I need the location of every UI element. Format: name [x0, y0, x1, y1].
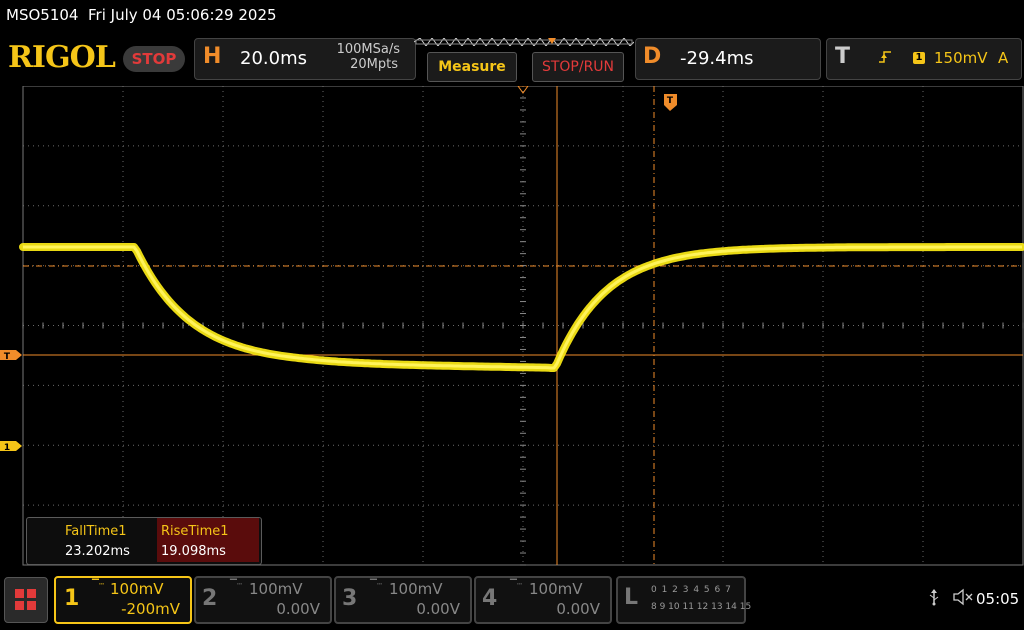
- channel-2-number: 2: [202, 586, 218, 611]
- trigger-level-marker: T: [0, 350, 22, 362]
- svg-text:T: T: [4, 352, 11, 362]
- channel-4-offset: 0.00V: [556, 600, 600, 618]
- trigger-source: 1: [913, 52, 925, 64]
- logic-key: L: [624, 585, 639, 610]
- channel-3-scale: 100mV: [389, 580, 443, 598]
- channel-4-number: 4: [482, 586, 498, 611]
- trigger-mode: A: [998, 49, 1009, 67]
- stop-run-button[interactable]: STOP/RUN: [532, 52, 624, 82]
- brand-logo: RIGOL: [8, 40, 116, 75]
- dc-coupling-icon: ▔┄: [230, 580, 243, 590]
- memory-depth: 20Mpts: [350, 57, 398, 72]
- speaker-muted-icon[interactable]: [952, 588, 974, 610]
- fall-time-value: 23.202ms: [65, 544, 130, 559]
- datetime: Fri July 04 05:06:29 2025: [88, 6, 277, 24]
- delay-key[interactable]: D: [643, 44, 661, 69]
- channel-3-number: 3: [342, 586, 358, 611]
- svg-text:1: 1: [4, 443, 10, 453]
- model-name: MSO5104: [6, 6, 79, 24]
- sample-rate: 100MSa/s: [336, 42, 400, 57]
- dc-coupling-icon: ▔┄: [92, 580, 105, 590]
- delay-value: -29.4ms: [680, 48, 754, 69]
- run-state-badge[interactable]: STOP: [123, 46, 185, 72]
- usb-icon: [928, 588, 940, 610]
- trigger-key[interactable]: T: [835, 44, 850, 69]
- dc-coupling-icon: ▔┄: [510, 580, 523, 590]
- waveform-display[interactable]: T T 1: [0, 86, 1024, 568]
- rise-time-label: RiseTime1: [161, 524, 229, 539]
- menu-grid-icon: [15, 589, 36, 610]
- horizontal-key[interactable]: H: [203, 44, 221, 69]
- channel-2-scale: 100mV: [249, 580, 303, 598]
- channel-1-number: 1: [64, 586, 80, 611]
- memory-position-strip: [414, 38, 634, 46]
- channel-1-offset: -200mV: [121, 600, 180, 618]
- channel-1-scale: 100mV: [110, 580, 164, 598]
- status-line: MSO5104 Fri July 04 05:06:29 2025: [6, 6, 277, 24]
- fall-time-label: FallTime1: [65, 524, 127, 539]
- trigger-level: 150mV: [934, 49, 988, 67]
- channel-4-scale: 100mV: [529, 580, 583, 598]
- channel-3-offset: 0.00V: [416, 600, 460, 618]
- channel-2-offset: 0.00V: [276, 600, 320, 618]
- logic-channels-row2: 8 9 10 11 12 13 14 15: [651, 602, 752, 612]
- measure-button[interactable]: Measure: [427, 52, 517, 82]
- trigger-position-icon: T: [664, 94, 677, 111]
- svg-text:T: T: [667, 96, 674, 106]
- main-menu-button[interactable]: [4, 577, 48, 623]
- rise-time-value: 19.098ms: [161, 544, 226, 559]
- system-clock: 05:05: [976, 590, 1020, 608]
- logic-channels-row1: 0 1 2 3 4 5 6 7: [651, 585, 732, 595]
- time-base: 20.0ms: [240, 48, 307, 69]
- channel1-offset-marker: 1: [0, 441, 22, 453]
- dc-coupling-icon: ▔┄: [370, 580, 383, 590]
- rising-edge-icon: [878, 50, 892, 68]
